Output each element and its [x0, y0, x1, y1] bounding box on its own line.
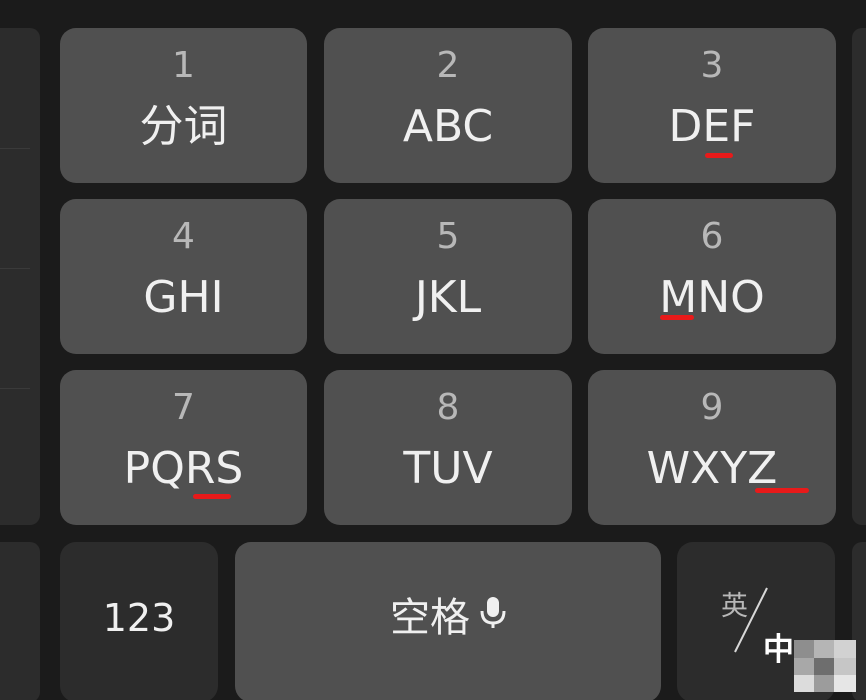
- key-number: 2: [436, 45, 460, 86]
- watermark: [794, 640, 856, 692]
- key-6[interactable]: 6 MNO: [588, 199, 836, 354]
- divider: [0, 148, 30, 149]
- key-letters: ABC: [402, 101, 494, 152]
- annotation-underline-pqrs: [193, 494, 231, 499]
- key-number: 5: [436, 216, 460, 257]
- divider: [0, 388, 30, 389]
- key-4[interactable]: 4 GHI: [60, 199, 307, 354]
- key-letters: 分词: [139, 101, 228, 152]
- microphone-icon: [480, 593, 506, 641]
- key-number: 3: [700, 45, 724, 86]
- key-8[interactable]: 8 TUV: [324, 370, 572, 525]
- space-key[interactable]: 空格: [235, 542, 661, 700]
- numeric-switch-label: 123: [102, 596, 176, 640]
- key-letters: TUV: [403, 443, 493, 494]
- key-9[interactable]: 9 WXYZ: [588, 370, 836, 525]
- chinese-label: 中: [763, 632, 794, 668]
- space-label: 空格: [390, 595, 470, 641]
- key-3[interactable]: 3 DEF: [588, 28, 836, 183]
- annotation-underline-wxyz: [755, 488, 809, 493]
- key-letters: JKL: [414, 272, 482, 323]
- key-2[interactable]: 2 ABC: [324, 28, 572, 183]
- key-7[interactable]: 7 PQRS: [60, 370, 307, 525]
- key-1[interactable]: 1 分词: [60, 28, 307, 183]
- key-letters: MNO: [659, 272, 765, 323]
- key-number: 6: [700, 216, 724, 257]
- t9-keyboard: 1 分词 2 ABC 3 DEF 4 GHI 5 JKL 6 MNO 7 PQR…: [0, 0, 866, 700]
- annotation-underline-mno: [660, 315, 694, 320]
- divider: [0, 268, 30, 269]
- key-letters: DEF: [668, 101, 756, 152]
- key-letters: WXYZ: [646, 443, 778, 494]
- key-5[interactable]: 5 JKL: [324, 199, 572, 354]
- key-number: 9: [700, 387, 724, 428]
- left-panel-bottom[interactable]: [0, 542, 40, 700]
- key-number: 7: [172, 387, 195, 428]
- key-letters: PQRS: [123, 443, 244, 494]
- key-number: 4: [172, 216, 195, 257]
- right-panel[interactable]: [852, 28, 866, 525]
- left-panel-top[interactable]: [0, 28, 40, 525]
- key-letters: GHI: [143, 272, 224, 323]
- numeric-switch-key[interactable]: 123: [60, 542, 218, 700]
- key-number: 8: [436, 387, 460, 428]
- annotation-underline-def: [705, 153, 733, 158]
- key-number: 1: [172, 45, 195, 86]
- space-key-content: 空格: [235, 594, 661, 642]
